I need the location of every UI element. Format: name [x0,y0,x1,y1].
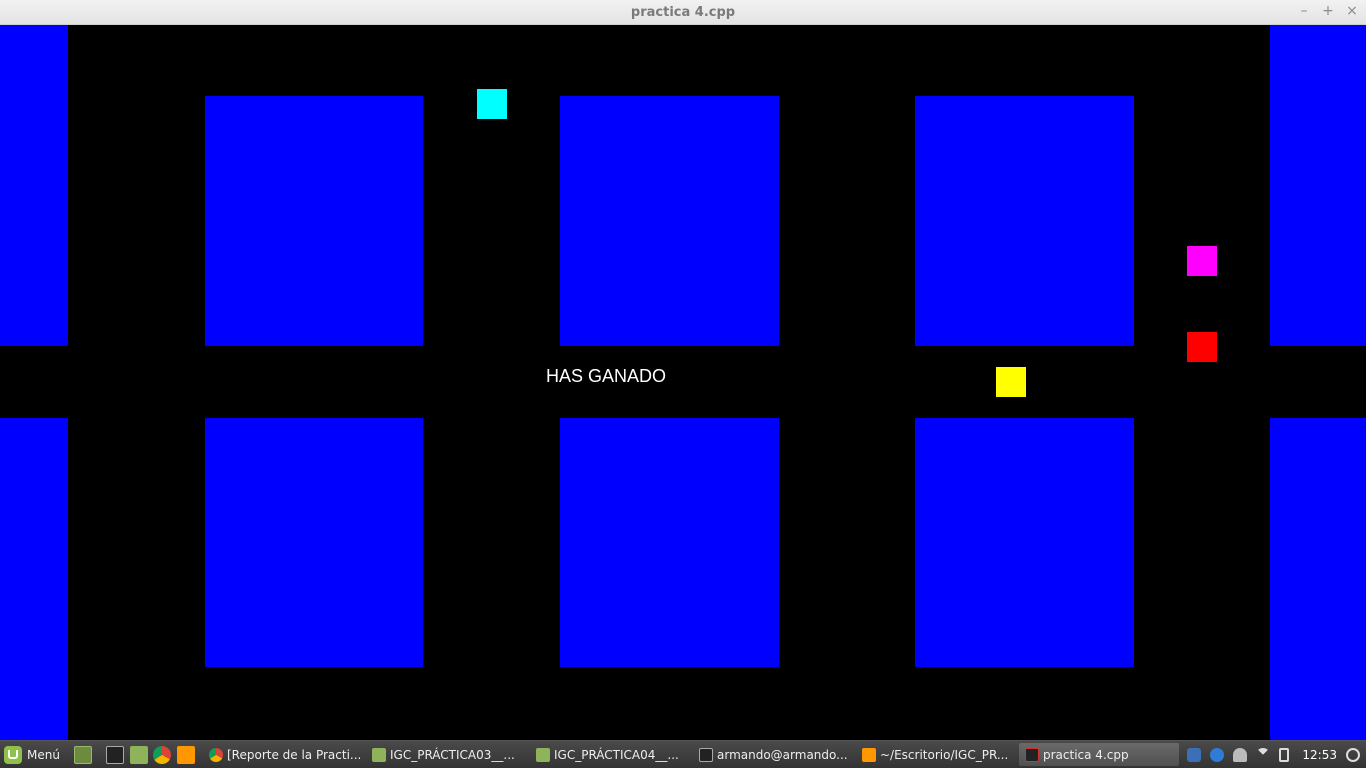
shield-icon[interactable] [1187,747,1202,762]
close-button[interactable]: × [1346,3,1358,19]
maze-wall [915,96,1134,346]
task-terminal[interactable]: armando@armando... [693,743,853,766]
magenta-piece [1187,246,1217,276]
maze-wall [560,96,779,346]
window-titlebar[interactable]: practica 4.cpp – + × [0,0,1366,25]
task-label: ~/Escritorio/IGC_PR... [880,747,1009,762]
sublime-icon [862,747,876,762]
battery-icon[interactable] [1279,747,1290,762]
maze-wall [0,418,68,740]
maze-wall [205,418,423,667]
game-canvas[interactable]: HAS GANADO [0,25,1366,740]
cyan-piece [477,89,507,119]
task-practica04[interactable]: IGC_PRÁCTICA04__... [530,743,690,766]
maze-wall [205,96,423,346]
task-sublime[interactable]: ~/Escritorio/IGC_PR... [856,743,1016,766]
maze-wall [560,418,779,667]
user-icon[interactable] [1233,747,1248,762]
win-message: HAS GANADO [546,366,667,386]
folder-icon [536,747,550,762]
task-label: IGC_PRÁCTICA04__... [554,747,679,762]
maze-wall [915,418,1134,667]
power-icon[interactable] [1346,747,1360,762]
folder-icon [372,747,386,762]
red-piece [1187,332,1217,362]
task-reporte[interactable]: [Reporte de la Practi... [203,743,361,766]
maze-wall [1270,25,1366,346]
menu-label: Menú [27,748,60,762]
window-title: practica 4.cpp [630,5,736,20]
chrome-launcher-icon[interactable] [153,746,171,764]
app-window-icon [1025,747,1039,762]
task-label: armando@armando... [717,747,848,762]
maze-wall [1270,418,1366,740]
maximize-button[interactable]: + [1322,3,1334,19]
taskbar: Menú [Reporte de la Practi... IGC_PRÁCTI… [0,740,1366,768]
task-label: [Reporte de la Practi... [227,747,361,762]
sublime-launcher-icon[interactable] [177,746,195,764]
system-tray: 12:53 [1187,741,1360,768]
task-label: IGC_PRÁCTICA03__... [390,747,515,762]
maze-wall [0,25,68,346]
task-practica03[interactable]: IGC_PRÁCTICA03__... [366,743,526,766]
wifi-icon[interactable] [1256,747,1271,762]
minimize-button[interactable]: – [1298,3,1310,19]
show-desktop-icon[interactable] [74,746,92,764]
task-label: practica 4.cpp [1043,747,1129,762]
terminal-launcher-icon[interactable] [106,746,124,764]
start-menu-button[interactable]: Menú [4,744,60,766]
yellow-player-piece [996,367,1026,397]
clock[interactable]: 12:53 [1302,748,1337,762]
mint-logo-icon [4,746,22,764]
terminal-icon [699,747,713,762]
files-launcher-icon[interactable] [130,746,148,764]
chrome-icon [209,747,223,762]
bluetooth-icon[interactable] [1210,747,1225,762]
task-practica4[interactable]: practica 4.cpp [1019,743,1179,766]
